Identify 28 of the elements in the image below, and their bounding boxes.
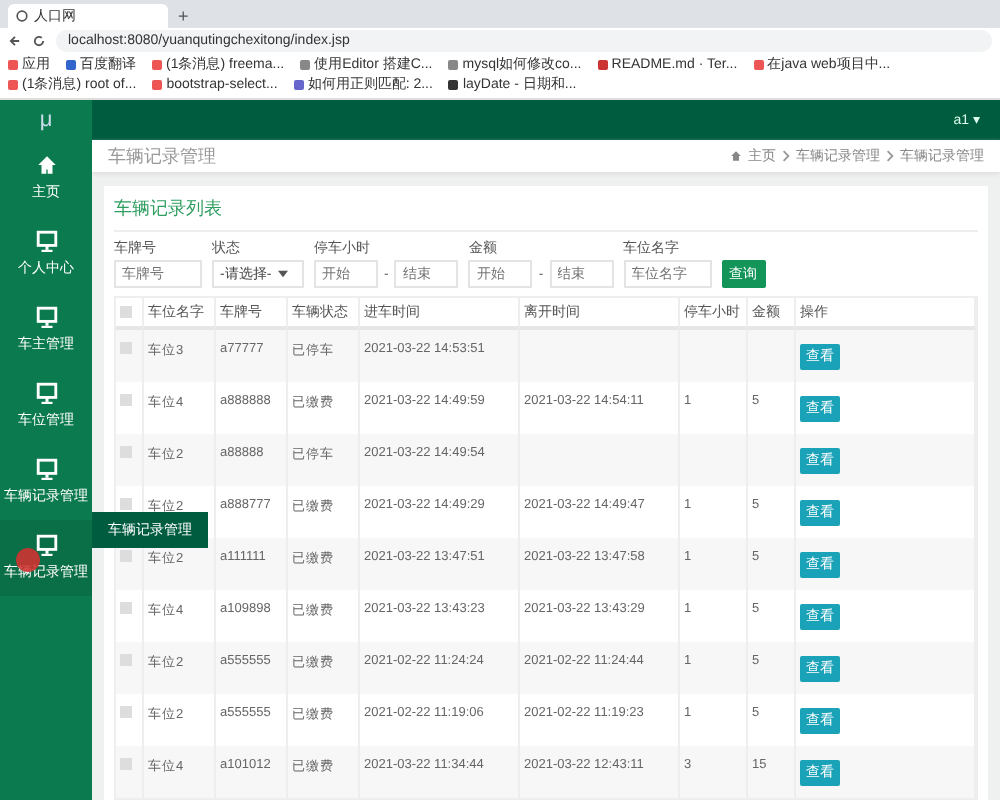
checkbox[interactable] — [120, 758, 132, 770]
home-icon — [35, 154, 57, 176]
monitor-icon — [35, 382, 57, 404]
monitor-icon — [35, 230, 57, 252]
page-title: 车辆记录管理 — [108, 143, 216, 169]
globe-icon — [16, 10, 28, 22]
checkbox[interactable] — [120, 498, 132, 510]
checkbox[interactable] — [120, 602, 132, 614]
monitor-icon — [35, 534, 57, 556]
home-icon — [730, 150, 742, 162]
caret-icon — [277, 270, 288, 278]
checkbox[interactable] — [120, 706, 132, 718]
checkbox[interactable] — [120, 394, 132, 406]
checkbox[interactable] — [120, 342, 132, 354]
chevron-icon — [886, 150, 894, 162]
back-icon[interactable] — [8, 34, 22, 48]
checkbox[interactable] — [120, 550, 132, 562]
checkbox[interactable] — [120, 306, 132, 318]
monitor-icon — [35, 306, 57, 328]
card-title: 车辆记录列表 — [114, 186, 978, 232]
checkbox[interactable] — [120, 654, 132, 666]
chevron-icon — [782, 150, 790, 162]
new-tab-button[interactable]: + — [178, 4, 189, 28]
logo: μ — [0, 100, 92, 140]
monitor-icon — [35, 458, 57, 480]
checkbox[interactable] — [120, 446, 132, 458]
table-cell — [680, 330, 748, 382]
refresh-icon[interactable] — [32, 34, 46, 48]
